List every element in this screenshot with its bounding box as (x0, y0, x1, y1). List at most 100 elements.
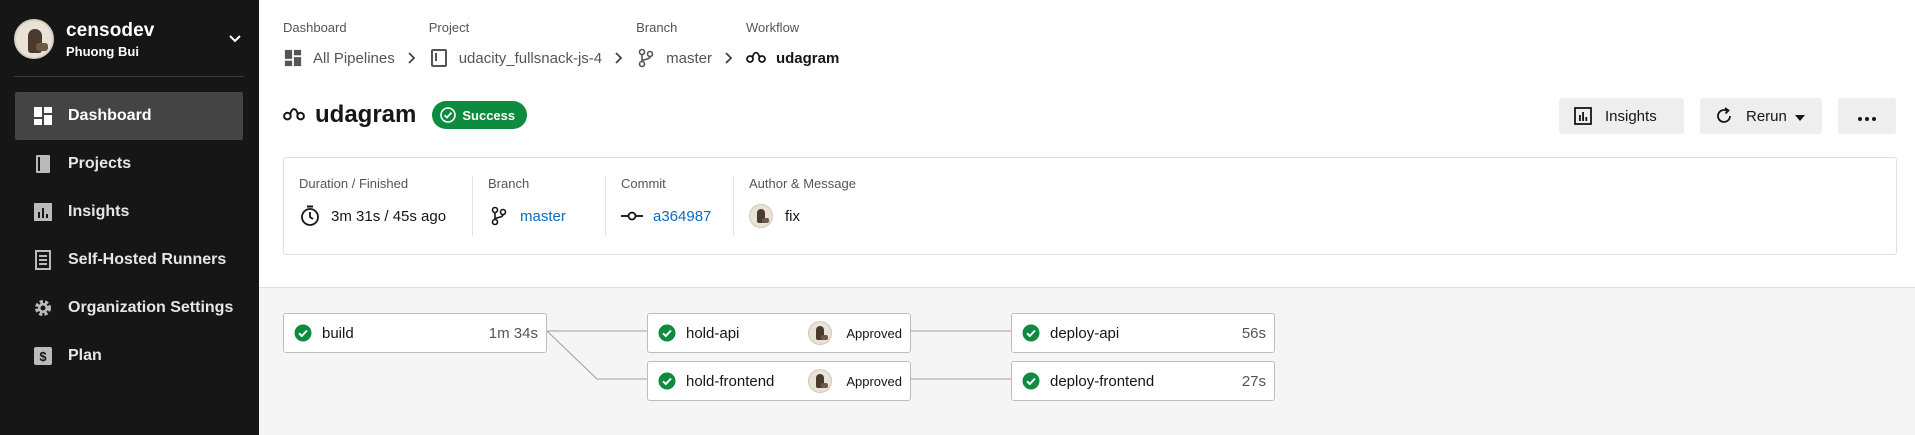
job-duration: 27s (1241, 372, 1266, 390)
book-icon (33, 154, 53, 174)
breadcrumb: Dashboard All Pipelines Project udacity_… (283, 20, 839, 70)
crumb-dashboard[interactable]: Dashboard All Pipelines (283, 20, 395, 70)
rerun-button-label: Rerun (1746, 107, 1787, 125)
crumb-label: Project (428, 20, 470, 35)
author-avatar (749, 204, 773, 228)
status-badge: Success (432, 101, 528, 129)
avatar (808, 369, 833, 393)
more-options-button[interactable] (1838, 98, 1896, 134)
stopwatch-icon (299, 205, 321, 227)
crumb-label: Dashboard (283, 20, 347, 35)
book-icon (429, 48, 449, 68)
workflow-icon (746, 48, 766, 68)
workflow-icon (283, 104, 305, 126)
refresh-icon (1714, 106, 1734, 126)
job-build[interactable]: build 1m 34s (283, 313, 547, 353)
sidebar-item-label: Projects (68, 155, 132, 172)
rerun-button[interactable]: Rerun (1700, 98, 1822, 134)
sidebar: censodev Phuong Bui Dashboard Projects I… (0, 0, 259, 435)
job-deploy-frontend[interactable]: deploy-frontend 27s (1011, 361, 1275, 401)
branch-link[interactable]: master (520, 208, 566, 225)
commit-info: Commit a364987 (606, 176, 734, 236)
job-name: deploy-frontend (1050, 372, 1155, 390)
branch-icon (636, 48, 656, 68)
approval-status: Approved (846, 373, 902, 389)
branch-label: Branch (488, 176, 530, 191)
chevron-right-icon (608, 46, 630, 70)
job-hold-api[interactable]: hold-api Approved (647, 313, 911, 353)
sidebar-item-self-hosted-runners[interactable]: Self-Hosted Runners (15, 236, 243, 284)
sidebar-item-label: Organization Settings (68, 299, 234, 316)
sidebar-item-insights[interactable]: Insights (15, 188, 243, 236)
chevron-down-icon[interactable] (226, 30, 244, 48)
chevron-right-icon (718, 46, 740, 70)
crumb-value: udagram (775, 49, 840, 67)
check-circle-icon (658, 372, 676, 390)
insights-button[interactable]: Insights (1559, 98, 1684, 134)
sidebar-divider (14, 76, 244, 77)
page-title: udagram (315, 101, 417, 128)
org-switcher[interactable]: censodev Phuong Bui (14, 18, 244, 60)
job-deploy-api[interactable]: deploy-api 56s (1011, 313, 1275, 353)
job-duration: 1m 34s (488, 324, 538, 342)
crumb-branch[interactable]: Branch master (636, 20, 712, 70)
org-name: censodev (66, 19, 155, 41)
chart-icon (1573, 106, 1593, 126)
job-hold-frontend[interactable]: hold-frontend Approved (647, 361, 911, 401)
sidebar-item-label: Insights (68, 203, 130, 220)
crumb-value[interactable]: master (666, 50, 712, 67)
commit-icon (621, 205, 643, 227)
sidebar-item-plan[interactable]: $ Plan (15, 332, 243, 380)
author-label: Author & Message (749, 176, 856, 191)
main-content: Dashboard All Pipelines Project udacity_… (259, 0, 1915, 435)
duration-info: Duration / Finished 3m 31s / 45s ago (284, 176, 473, 236)
duration-value: 3m 31s / 45s ago (331, 207, 447, 225)
check-circle-icon (440, 107, 457, 123)
sidebar-item-label: Dashboard (68, 107, 152, 124)
insights-button-label: Insights (1605, 107, 1657, 125)
chart-icon (33, 202, 53, 222)
status-text: Success (462, 107, 516, 123)
duration-label: Duration / Finished (299, 176, 409, 191)
job-duration: 56s (1241, 324, 1266, 342)
dollar-icon: $ (33, 346, 53, 366)
crumb-project[interactable]: Project udacity_fullsnack-js-4 (429, 20, 602, 70)
job-name: hold-frontend (686, 372, 775, 390)
dashboard-icon (33, 106, 53, 126)
ellipsis-icon (1858, 108, 1876, 125)
sidebar-item-label: Plan (68, 347, 102, 364)
sidebar-item-dashboard[interactable]: Dashboard (15, 92, 243, 140)
page-header: udagram Success (283, 98, 528, 132)
commit-label: Commit (621, 176, 666, 191)
check-circle-icon (1022, 324, 1040, 342)
commit-link[interactable]: a364987 (653, 208, 711, 225)
dashboard-icon (283, 48, 303, 68)
header-actions: Insights Rerun (1543, 98, 1896, 134)
check-circle-icon (294, 324, 312, 342)
branch-icon (488, 205, 510, 227)
sidebar-nav: Dashboard Projects Insights Self-Hosted … (15, 92, 243, 380)
chevron-right-icon (401, 46, 423, 70)
avatar (14, 19, 54, 59)
crumb-label: Branch (636, 20, 678, 35)
crumb-workflow: Workflow udagram (746, 20, 839, 70)
avatar (749, 204, 773, 228)
job-name: build (322, 324, 354, 342)
caret-down-icon (1794, 108, 1805, 125)
author-info: Author & Message fix (734, 176, 934, 236)
sidebar-item-projects[interactable]: Projects (15, 140, 243, 188)
pipeline-info-card: Duration / Finished 3m 31s / 45s ago Bra… (283, 157, 1897, 255)
sidebar-item-label: Self-Hosted Runners (68, 251, 227, 268)
workflow-graph: build 1m 34s hold-api Approved hold-fron… (259, 288, 1915, 435)
job-name: hold-api (686, 324, 740, 342)
crumb-value[interactable]: udacity_fullsnack-js-4 (459, 50, 602, 67)
crumb-value[interactable]: All Pipelines (313, 50, 395, 67)
crumb-label: Workflow (745, 20, 800, 35)
user-name: Phuong Bui (66, 43, 139, 59)
check-circle-icon (1022, 372, 1040, 390)
check-circle-icon (658, 324, 676, 342)
sidebar-item-organization-settings[interactable]: Organization Settings (15, 284, 243, 332)
svg-text:$: $ (39, 349, 47, 364)
commit-message: fix (785, 207, 800, 225)
branch-info: Branch master (473, 176, 606, 236)
